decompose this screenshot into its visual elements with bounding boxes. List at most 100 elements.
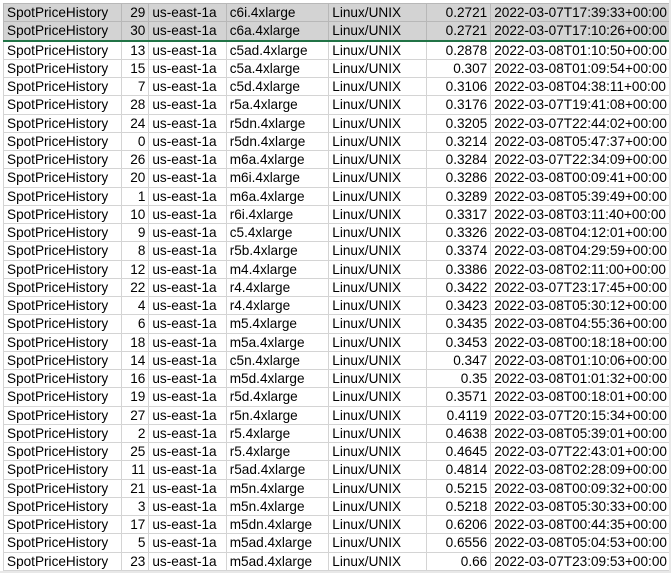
- index-cell[interactable]: 24: [120, 113, 150, 133]
- source-cell[interactable]: SpotPriceHistory: [3, 168, 122, 188]
- product-description-cell[interactable]: Linux/UNIX: [328, 2, 427, 23]
- table-row[interactable]: SpotPriceHistory 25 us-east-1a r5.4xlarge Li…: [3, 441, 671, 462]
- source-cell[interactable]: SpotPriceHistory: [3, 58, 122, 79]
- source-cell[interactable]: SpotPriceHistory: [3, 259, 122, 279]
- availability-zone-cell[interactable]: us-east-1a: [148, 496, 227, 517]
- availability-zone-cell[interactable]: us-east-1a: [148, 113, 227, 133]
- timestamp-cell[interactable]: 2022-03-08T01:10:06+00:00: [490, 350, 671, 371]
- instance-type-cell[interactable]: m5d.4xlarge: [225, 368, 330, 389]
- timestamp-cell[interactable]: 2022-03-08T04:12:01+00:00: [490, 222, 671, 243]
- spot-price-cell[interactable]: 0.5215: [425, 478, 492, 498]
- source-cell[interactable]: SpotPriceHistory: [3, 40, 122, 60]
- instance-type-cell[interactable]: m5n.4xlarge: [225, 478, 330, 498]
- source-cell[interactable]: SpotPriceHistory: [3, 2, 122, 23]
- source-cell[interactable]: SpotPriceHistory: [3, 131, 122, 152]
- product-description-cell[interactable]: Linux/UNIX: [328, 222, 427, 243]
- availability-zone-cell[interactable]: us-east-1a: [148, 259, 227, 279]
- timestamp-cell[interactable]: 2022-03-08T04:38:11+00:00: [490, 76, 671, 97]
- spot-price-cell[interactable]: 0.347: [425, 350, 492, 371]
- table-row[interactable]: SpotPriceHistory 8 us-east-1a r5b.4xlarge Li…: [3, 241, 671, 261]
- index-cell[interactable]: 27: [120, 405, 150, 425]
- timestamp-cell[interactable]: 2022-03-07T23:17:45+00:00: [490, 277, 671, 298]
- instance-type-cell[interactable]: c5d.4xlarge: [225, 76, 330, 97]
- instance-type-cell[interactable]: m6a.4xlarge: [225, 186, 330, 206]
- instance-type-cell[interactable]: m5dn.4xlarge: [225, 514, 330, 535]
- spot-price-cell[interactable]: 0.3326: [425, 222, 492, 243]
- availability-zone-cell[interactable]: us-east-1a: [148, 95, 227, 115]
- table-row[interactable]: SpotPriceHistory 24 us-east-1a r5dn.4xlarge…: [3, 113, 671, 133]
- spot-price-cell[interactable]: 0.3289: [425, 186, 492, 206]
- source-cell[interactable]: SpotPriceHistory: [3, 21, 122, 42]
- index-cell[interactable]: 18: [120, 332, 150, 352]
- index-cell[interactable]: 8: [120, 241, 150, 261]
- timestamp-cell[interactable]: 2022-03-08T03:11:40+00:00: [490, 204, 671, 225]
- spot-price-cell[interactable]: 0.3423: [425, 295, 492, 316]
- timestamp-cell[interactable]: 2022-03-07T17:39:33+00:00: [490, 2, 671, 23]
- index-cell[interactable]: 5: [120, 533, 150, 553]
- spot-price-cell[interactable]: 0.3386: [425, 259, 492, 279]
- product-description-cell[interactable]: Linux/UNIX: [328, 514, 427, 535]
- spot-price-cell[interactable]: 0.3422: [425, 277, 492, 298]
- availability-zone-cell[interactable]: us-east-1a: [148, 131, 227, 152]
- availability-zone-cell[interactable]: us-east-1a: [148, 314, 227, 334]
- availability-zone-cell[interactable]: us-east-1a: [148, 441, 227, 462]
- table-row[interactable]: SpotPriceHistory 17 us-east-1a m5dn.4xlarge…: [3, 514, 671, 535]
- index-cell[interactable]: 17: [120, 514, 150, 535]
- table-row[interactable]: SpotPriceHistory 13 us-east-1a c5ad.4xlarge…: [3, 40, 671, 60]
- source-cell[interactable]: SpotPriceHistory: [3, 441, 122, 462]
- spot-price-cell[interactable]: 0.3571: [425, 387, 492, 407]
- spot-price-cell[interactable]: 0.6556: [425, 533, 492, 553]
- table-row[interactable]: SpotPriceHistory 12 us-east-1a m4.4xlarge Li…: [3, 259, 671, 279]
- source-cell[interactable]: SpotPriceHistory: [3, 332, 122, 352]
- index-cell[interactable]: 21: [120, 478, 150, 498]
- availability-zone-cell[interactable]: us-east-1a: [148, 222, 227, 243]
- index-cell[interactable]: 26: [120, 149, 150, 170]
- index-cell[interactable]: 11: [120, 460, 150, 480]
- timestamp-cell[interactable]: 2022-03-07T22:44:02+00:00: [490, 113, 671, 133]
- table-row[interactable]: SpotPriceHistory 23 us-east-1a m5ad.4xlarge…: [3, 551, 671, 571]
- instance-type-cell[interactable]: c5ad.4xlarge: [225, 40, 330, 60]
- instance-type-cell[interactable]: r4.4xlarge: [225, 277, 330, 298]
- index-cell[interactable]: 30: [120, 21, 150, 42]
- source-cell[interactable]: SpotPriceHistory: [3, 533, 122, 553]
- source-cell[interactable]: SpotPriceHistory: [3, 76, 122, 97]
- spot-price-cell[interactable]: 0.3205: [425, 113, 492, 133]
- timestamp-cell[interactable]: 2022-03-08T01:01:32+00:00: [490, 368, 671, 389]
- product-description-cell[interactable]: Linux/UNIX: [328, 204, 427, 225]
- table-row[interactable]: SpotPriceHistory 14 us-east-1a c5n.4xlarge L…: [3, 350, 671, 371]
- timestamp-cell[interactable]: 2022-03-07T19:41:08+00:00: [490, 95, 671, 115]
- product-description-cell[interactable]: Linux/UNIX: [328, 149, 427, 170]
- timestamp-cell[interactable]: 2022-03-08T05:04:53+00:00: [490, 533, 671, 553]
- product-description-cell[interactable]: Linux/UNIX: [328, 95, 427, 115]
- timestamp-cell[interactable]: 2022-03-08T05:39:01+00:00: [490, 423, 671, 444]
- instance-type-cell[interactable]: r6i.4xlarge: [225, 204, 330, 225]
- instance-type-cell[interactable]: m5ad.4xlarge: [225, 533, 330, 553]
- availability-zone-cell[interactable]: us-east-1a: [148, 332, 227, 352]
- source-cell[interactable]: SpotPriceHistory: [3, 551, 122, 571]
- timestamp-cell[interactable]: 2022-03-08T00:44:35+00:00: [490, 514, 671, 535]
- index-cell[interactable]: 0: [120, 131, 150, 152]
- index-cell[interactable]: 22: [120, 277, 150, 298]
- source-cell[interactable]: SpotPriceHistory: [3, 149, 122, 170]
- instance-type-cell[interactable]: r5n.4xlarge: [225, 405, 330, 425]
- instance-type-cell[interactable]: r5a.4xlarge: [225, 95, 330, 115]
- product-description-cell[interactable]: Linux/UNIX: [328, 533, 427, 553]
- source-cell[interactable]: SpotPriceHistory: [3, 405, 122, 425]
- product-description-cell[interactable]: Linux/UNIX: [328, 186, 427, 206]
- table-row[interactable]: SpotPriceHistory 18 us-east-1a m5a.4xlarge L…: [3, 332, 671, 352]
- availability-zone-cell[interactable]: us-east-1a: [148, 76, 227, 97]
- timestamp-cell[interactable]: 2022-03-08T04:29:59+00:00: [490, 241, 671, 261]
- source-cell[interactable]: SpotPriceHistory: [3, 478, 122, 498]
- product-description-cell[interactable]: Linux/UNIX: [328, 113, 427, 133]
- timestamp-cell[interactable]: 2022-03-07T20:15:34+00:00: [490, 405, 671, 425]
- timestamp-cell[interactable]: 2022-03-08T00:09:41+00:00: [490, 168, 671, 188]
- product-description-cell[interactable]: Linux/UNIX: [328, 387, 427, 407]
- source-cell[interactable]: SpotPriceHistory: [3, 460, 122, 480]
- availability-zone-cell[interactable]: us-east-1a: [148, 295, 227, 316]
- timestamp-cell[interactable]: 2022-03-08T01:09:54+00:00: [490, 58, 671, 79]
- instance-type-cell[interactable]: r5b.4xlarge: [225, 241, 330, 261]
- availability-zone-cell[interactable]: us-east-1a: [148, 387, 227, 407]
- source-cell[interactable]: SpotPriceHistory: [3, 241, 122, 261]
- product-description-cell[interactable]: Linux/UNIX: [328, 405, 427, 425]
- timestamp-cell[interactable]: 2022-03-08T01:10:50+00:00: [490, 40, 671, 60]
